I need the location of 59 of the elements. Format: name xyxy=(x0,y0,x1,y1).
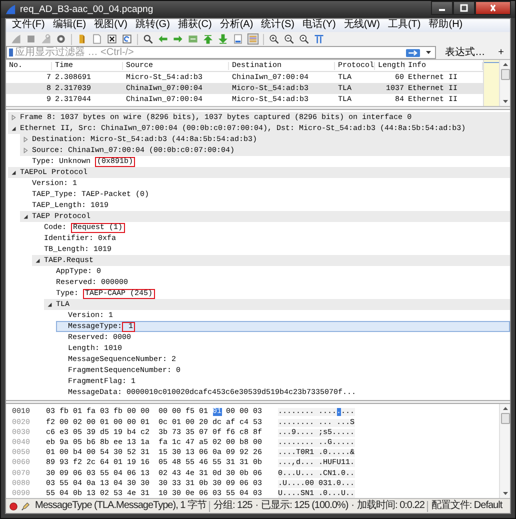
reload-icon[interactable] xyxy=(121,33,133,45)
menu-item[interactable]: 捕获(C) xyxy=(174,19,215,32)
collapse-icon[interactable] xyxy=(22,213,29,220)
autoscroll-icon[interactable] xyxy=(232,33,244,45)
minimize-button[interactable] xyxy=(431,1,453,15)
close-button[interactable] xyxy=(475,1,511,15)
menu-item[interactable]: 分析(A) xyxy=(216,19,256,32)
search-icon[interactable] xyxy=(142,33,154,45)
arrow-up-icon[interactable] xyxy=(202,33,214,45)
scroll-thumb[interactable] xyxy=(500,413,510,424)
collapse-icon[interactable] xyxy=(10,169,17,176)
profile-label[interactable]: 配置文件: Default xyxy=(431,500,502,512)
expand-icon[interactable] xyxy=(22,147,29,154)
menu-item[interactable]: 跳转(G) xyxy=(132,19,173,32)
arrow-right-icon[interactable] xyxy=(172,33,184,45)
bookmark-icon xyxy=(9,48,13,58)
menu-item[interactable]: 编辑(E) xyxy=(50,19,90,32)
menu-item[interactable]: 工具(T) xyxy=(384,19,424,32)
window-title: req_AD_B3-aac_00_04.pcapng xyxy=(20,4,154,15)
expand-icon[interactable] xyxy=(22,136,29,144)
expert-info-icon[interactable] xyxy=(9,502,18,511)
status-text: · xyxy=(255,500,258,512)
status-text: 分组: 125 xyxy=(213,500,252,512)
menu-item[interactable]: 视图(V) xyxy=(91,19,130,32)
dropdown-icon[interactable] xyxy=(425,50,432,56)
expression-button[interactable]: 表达式… xyxy=(439,46,492,59)
menu-item[interactable]: 电话(Y) xyxy=(300,19,339,32)
scrollbar[interactable] xyxy=(499,60,510,106)
zoom-out-icon[interactable] xyxy=(283,33,295,45)
close-icon xyxy=(488,4,498,12)
status-text: 已显示: 125 (100.0%) xyxy=(261,500,348,512)
scroll-down-icon[interactable] xyxy=(502,99,508,104)
status-text: MessageType (TLA.MessageType), 1 字节 xyxy=(35,500,206,512)
menu-item[interactable]: 文件(F) xyxy=(9,19,48,32)
colorize-icon[interactable] xyxy=(247,33,259,45)
expand-icon[interactable] xyxy=(10,114,17,122)
arrow-right-icon[interactable] xyxy=(406,48,420,57)
status-text: · xyxy=(351,500,354,512)
menu-item[interactable]: 帮助(H) xyxy=(426,19,466,32)
scroll-thumb[interactable] xyxy=(500,69,510,80)
add-filter-button[interactable]: + xyxy=(494,46,508,59)
collapse-icon[interactable] xyxy=(46,301,53,308)
close-file-icon[interactable] xyxy=(106,33,118,45)
zoom-in-icon[interactable] xyxy=(268,33,280,45)
maximize-button[interactable] xyxy=(453,1,475,15)
menu-item[interactable]: 无线(W) xyxy=(340,19,383,32)
fin-restart-icon[interactable] xyxy=(40,33,52,45)
collapse-icon[interactable] xyxy=(34,257,41,264)
settings-icon[interactable] xyxy=(55,33,67,45)
fin-icon xyxy=(5,4,16,15)
status-text: 加载时间: 0:0.22 xyxy=(357,500,424,512)
maximize-icon xyxy=(459,4,469,12)
menu-item[interactable]: 统计(S) xyxy=(258,19,298,32)
resize-columns-icon[interactable] xyxy=(313,33,325,45)
scrollbar[interactable] xyxy=(499,404,510,498)
zoom-reset-icon[interactable] xyxy=(298,33,310,45)
pencil-icon[interactable] xyxy=(21,502,30,511)
arrow-down-icon[interactable] xyxy=(217,33,229,45)
collapse-icon[interactable] xyxy=(10,125,17,132)
